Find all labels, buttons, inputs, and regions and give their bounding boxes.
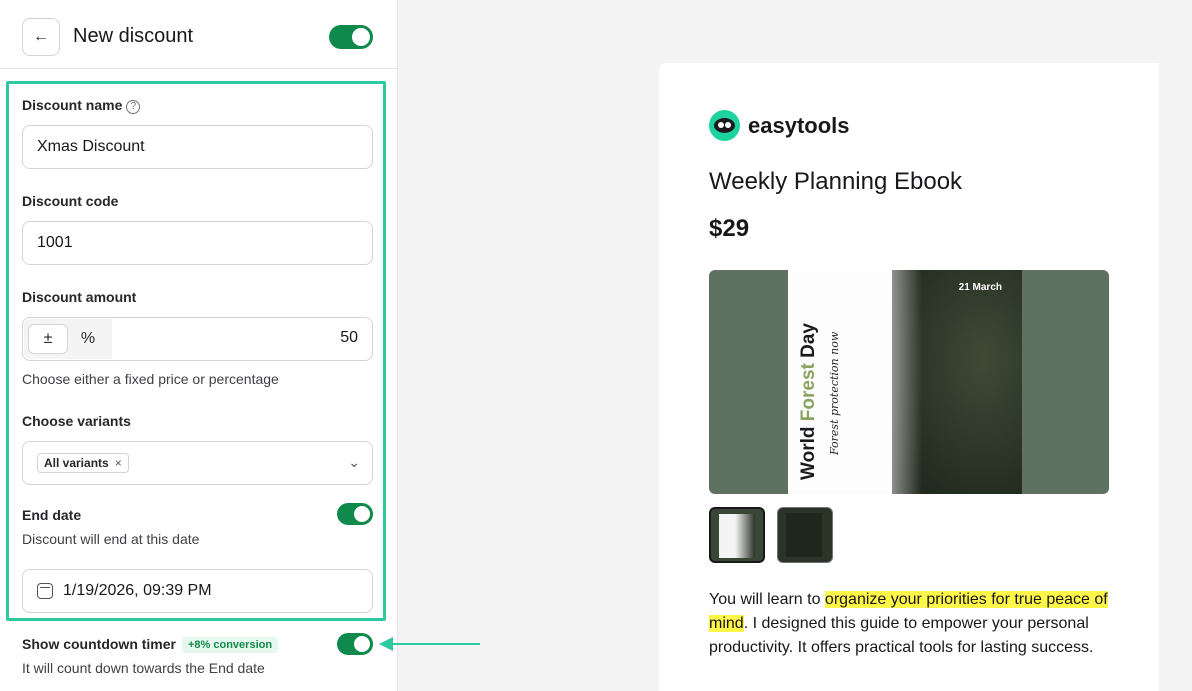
discount-code-value: 1001 [37,234,73,251]
chip-remove-icon[interactable]: × [115,456,122,470]
discount-code-label: Discount code [22,193,119,209]
cover-subtitle: Forest protection now [828,331,841,455]
amount-type-toggle: ± % [24,319,112,359]
panel-header: ← New discount [0,0,397,69]
discount-code-input[interactable]: 1001 [22,221,373,265]
discount-name-label-text: Discount name [22,97,123,113]
percent-option[interactable]: % [68,324,108,354]
variant-chip-label: All variants [44,456,109,470]
discount-amount-value: 50 [340,329,358,346]
variants-select[interactable]: All variants × ⌄ [22,441,373,485]
end-date-input[interactable]: 1/19/2026, 09:39 PM [22,569,373,613]
fixed-amount-option[interactable]: ± [28,324,68,354]
cover-title: World Forest Day [798,323,820,480]
countdown-toggle[interactable] [337,633,373,655]
description-part-1: You will learn to [709,591,825,608]
callout-arrow-icon [379,637,393,651]
variant-chip: All variants × [37,453,129,473]
discount-amount-label: Discount amount [22,289,137,305]
variants-label: Choose variants [22,413,131,429]
fern-artwork [862,270,1022,494]
back-button[interactable]: ← [22,18,60,56]
thumbnail-2[interactable] [777,507,833,563]
discount-name-input[interactable]: Xmas Discount [22,125,373,169]
discount-amount-hint: Choose either a fixed price or percentag… [22,371,279,387]
brand-logo: easytools [709,110,850,141]
end-date-toggle[interactable] [337,503,373,525]
brand-name: easytools [748,112,850,138]
conversion-badge: +8% conversion [182,637,279,653]
discount-amount-input[interactable]: ± % 50 [22,317,373,361]
cover-title-day: Day [798,323,819,364]
arrow-left-icon: ← [33,28,49,45]
thumbnail-1[interactable] [709,507,765,563]
countdown-label-text: Show countdown timer [22,636,176,652]
calendar-icon [37,583,53,599]
ebook-cover: 21 March World Forest Day Forest protect… [788,270,1022,494]
description-part-2: . I designed this guide to empower your … [709,615,1094,656]
countdown-label: Show countdown timer +8% conversion [22,636,279,653]
cover-date: 21 March [958,282,1002,293]
chevron-down-icon: ⌄ [348,454,360,470]
product-description: You will learn to organize your prioriti… [709,588,1109,660]
end-date-hint: Discount will end at this date [22,531,200,547]
product-main-image[interactable]: 21 March World Forest Day Forest protect… [709,270,1109,494]
discount-editor-panel: ← New discount Discount name? Xmas Disco… [0,0,398,691]
discount-name-value: Xmas Discount [37,138,145,155]
cover-title-world: World [798,421,819,480]
cover-title-forest: Forest [798,363,819,422]
product-preview-card: easytools Weekly Planning Ebook $29 21 M… [659,63,1159,691]
discount-enabled-toggle[interactable] [329,25,373,49]
discount-name-label: Discount name? [22,97,141,114]
sloth-logo-icon [709,110,740,141]
end-date-value: 1/19/2026, 09:39 PM [63,582,212,599]
product-price: $29 [709,215,750,242]
product-title: Weekly Planning Ebook [709,168,963,195]
callout-arrow-line [392,643,480,645]
countdown-hint: It will count down towards the End date [22,660,265,676]
page-title: New discount [73,25,194,47]
end-date-label: End date [22,507,82,523]
help-icon[interactable]: ? [126,99,141,114]
